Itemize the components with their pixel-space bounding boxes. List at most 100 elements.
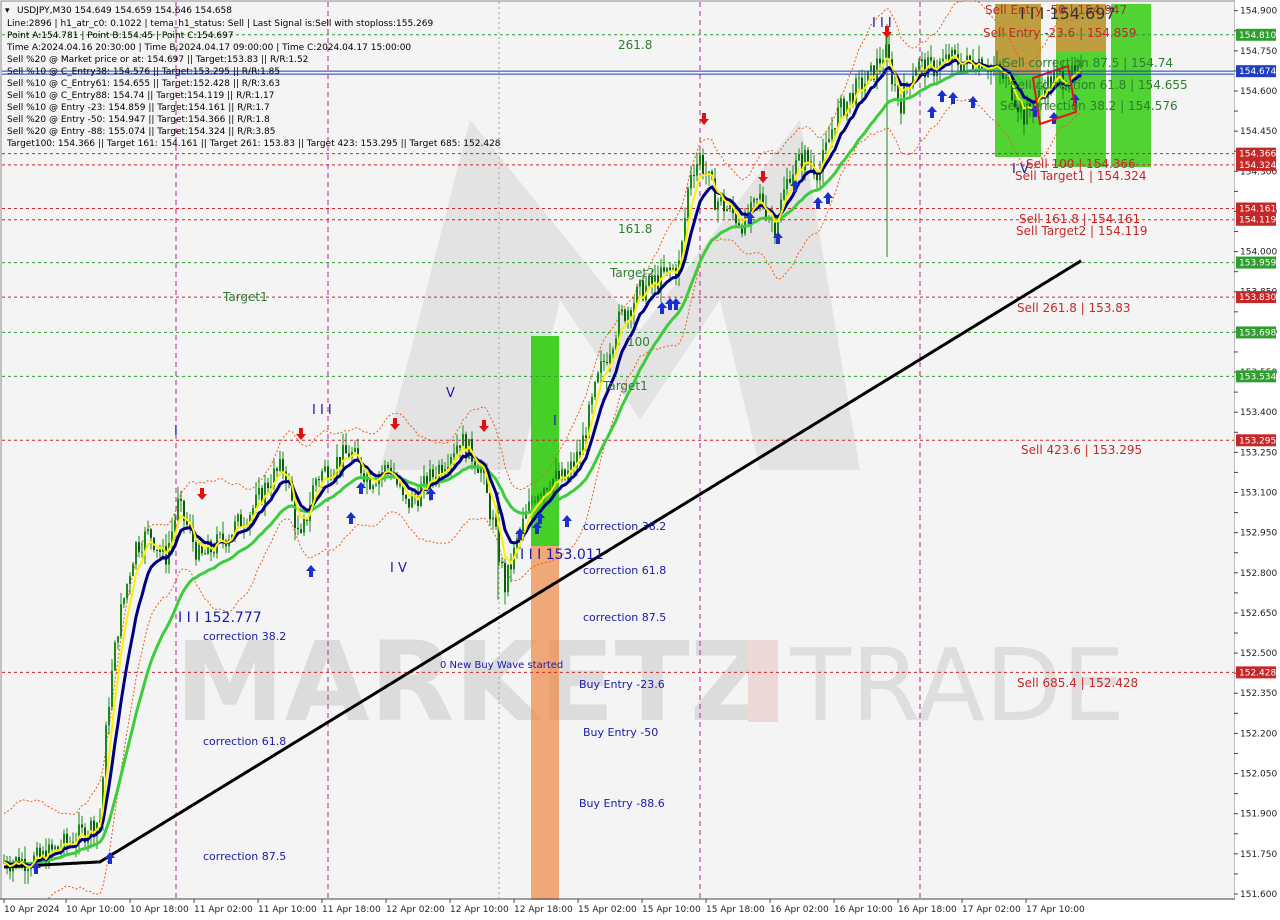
candle-body: [807, 150, 809, 162]
price-axis[interactable]: 151.600 151.750 151.900 152.050 152.200 152.3…: [1234, 0, 1280, 900]
info-line: Target100: 154.366 || Target 161: 154.16…: [6, 139, 501, 149]
price-tick-label: 152.650: [1240, 609, 1277, 619]
info-line: Sell %10 @ C_Entry38: 154.576 || Target:…: [7, 67, 280, 77]
candle-body: [876, 58, 878, 80]
candle-body: [180, 498, 182, 501]
wave-label: I I I 152.777: [178, 610, 262, 626]
candle-body: [213, 552, 215, 554]
correction-label: correction 87.5: [203, 850, 286, 863]
price-tick-label: 153.250: [1240, 448, 1277, 458]
level-label: Sell Target1 | 154.324: [1015, 169, 1147, 183]
candle-body: [954, 49, 956, 55]
candle-body: [258, 487, 260, 495]
candle-body: [432, 469, 434, 478]
fib-label: 161.8: [618, 222, 652, 236]
candle-body: [129, 576, 131, 585]
time-tick-label: 12 Apr 02:00: [386, 905, 445, 915]
price-tick-label: 152.200: [1240, 729, 1277, 739]
candle-body: [132, 564, 134, 577]
candle-body: [783, 189, 785, 200]
price-tag-label: 153.534: [1239, 372, 1276, 382]
buy-zone-green: [531, 336, 559, 546]
time-tick-label: 17 Apr 10:00: [1026, 905, 1085, 915]
candle-body: [1005, 76, 1007, 79]
candle-body: [609, 354, 611, 364]
candle-body: [510, 564, 512, 570]
candle-body: [219, 533, 221, 535]
candle-body: [324, 466, 326, 472]
buy-entry-label: Buy Entry -88.6: [579, 797, 665, 810]
wave-label: I I I: [312, 403, 332, 418]
chart-window[interactable]: MARKETZ TRADE Sell Entry -50 | 154.947 I …: [0, 0, 1280, 920]
correction-label: correction 87.5: [583, 611, 666, 624]
candle-body: [141, 551, 143, 553]
candle-body: [504, 562, 506, 593]
candle-body: [150, 529, 152, 538]
price-tick-label: 153.400: [1240, 408, 1277, 418]
candle-body: [696, 164, 698, 176]
candle-body: [114, 642, 116, 671]
candle-body: [204, 553, 206, 555]
time-tick-label: 16 Apr 18:00: [898, 905, 957, 915]
price-tick-label: 154.900: [1240, 7, 1277, 17]
candle-body: [717, 201, 719, 210]
candle-body: [147, 529, 149, 532]
candle-body: [963, 64, 965, 72]
price-tag-label: 154.810: [1239, 31, 1276, 41]
candle-body: [51, 844, 53, 850]
candle-body: [594, 382, 596, 398]
info-line: Sell %20 @ Market price or at: 154.697 |…: [7, 55, 308, 65]
candle-body: [930, 57, 932, 61]
info-line: Line:2896 | h1_atr_c0: 0.1022 | tema_h1_…: [7, 19, 434, 29]
level-label: Sell 261.8 | 153.83: [1017, 301, 1131, 315]
candle-body: [606, 362, 608, 364]
candle-body: [888, 44, 890, 60]
time-axis[interactable]: 10 Apr 2024 10 Apr 10:00 10 Apr 18:00 11 Ap…: [0, 898, 1280, 920]
candle-body: [537, 496, 539, 501]
collapse-arrow-icon[interactable]: ▾: [5, 6, 10, 16]
price-tick-label: 151.600: [1240, 890, 1277, 900]
time-tick-label: 10 Apr 18:00: [130, 905, 189, 915]
candle-body: [702, 154, 704, 174]
candle-body: [585, 435, 587, 438]
candle-body: [840, 98, 842, 108]
candle-body: [690, 174, 692, 189]
candle-body: [663, 267, 665, 272]
fib-label: 261.8: [618, 38, 652, 52]
candle-body: [918, 61, 920, 70]
candle-body: [570, 461, 572, 471]
candle-body: [699, 154, 701, 165]
price-tag-label: 153.830: [1239, 293, 1276, 303]
candle-body: [795, 160, 797, 175]
time-tick-label: 11 Apr 10:00: [258, 905, 317, 915]
candle-body: [81, 824, 83, 828]
candle-body: [387, 464, 389, 468]
buy-entry-label: Buy Entry -23.6: [579, 678, 665, 691]
candle-body: [453, 453, 455, 458]
candle-body: [27, 869, 29, 872]
candle-body: [240, 514, 242, 528]
candle-body: [528, 501, 530, 513]
candle-body: [303, 518, 305, 533]
candle-body: [195, 542, 197, 560]
candle-body: [744, 213, 746, 234]
buy-zone-orange: [531, 546, 559, 900]
candle-body: [111, 670, 113, 707]
candle-body: [843, 98, 845, 117]
candle-body: [870, 65, 872, 71]
level-label: Sell Entry -23.6 | 154.859: [983, 26, 1137, 40]
fib-label: 100: [627, 335, 650, 349]
candle-body: [558, 470, 560, 480]
candle-body: [825, 142, 827, 151]
candle-body: [54, 846, 56, 850]
candle-body: [639, 280, 641, 287]
chart-canvas[interactable]: MARKETZ TRADE Sell Entry -50 | 154.947I …: [0, 0, 1280, 920]
candle-body: [489, 492, 491, 520]
candle-body: [138, 542, 140, 552]
correction-label: correction 38.2: [583, 520, 666, 533]
candle-body: [36, 847, 38, 856]
time-tick-label: 12 Apr 18:00: [514, 905, 573, 915]
candle-body: [408, 498, 410, 508]
candle-body: [66, 833, 68, 844]
time-tick-label: 15 Apr 18:00: [706, 905, 765, 915]
